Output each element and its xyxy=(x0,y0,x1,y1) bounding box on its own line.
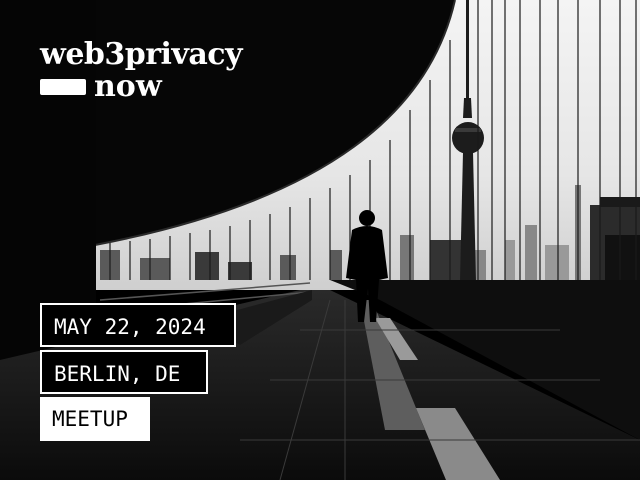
event-date-tag: MAY 22, 2024 xyxy=(40,303,236,347)
event-type-tag: MEETUP xyxy=(40,397,150,441)
brand-suffix: now xyxy=(94,69,162,104)
brand-logo: web3privacy now xyxy=(40,37,243,104)
brand-suffix-row: now xyxy=(40,70,242,104)
event-location-tag: BERLIN, DE xyxy=(40,350,208,394)
brand-name: web3privacy xyxy=(40,37,243,72)
brand-bar xyxy=(40,79,86,95)
